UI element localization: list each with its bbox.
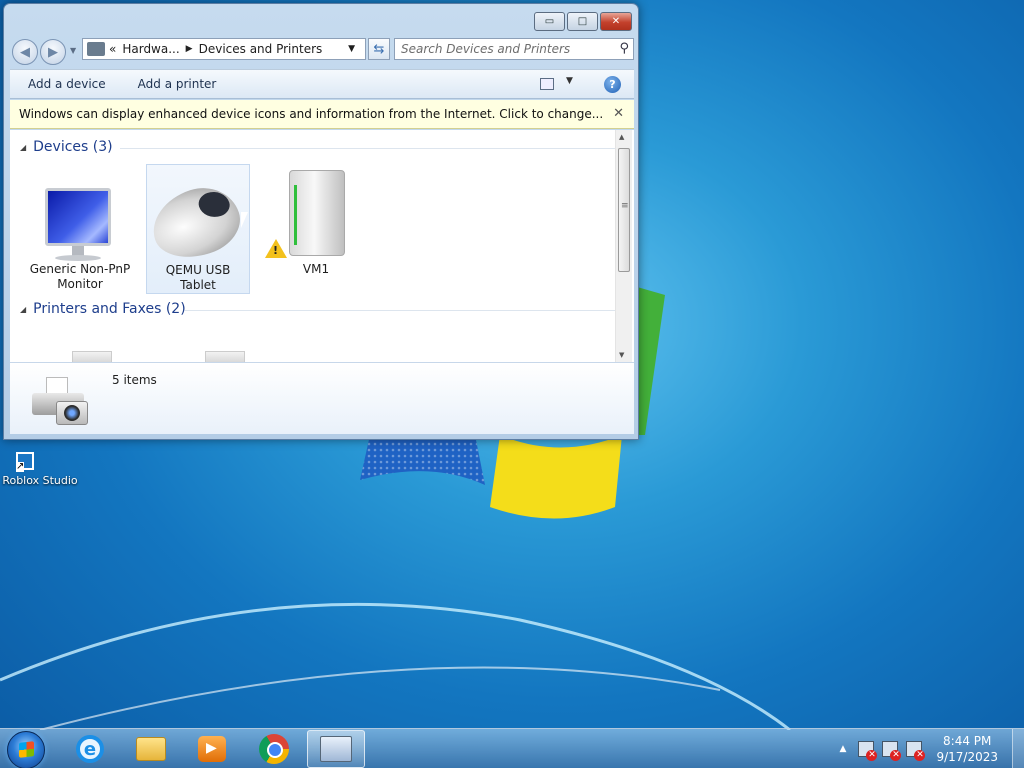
devices-and-printers-window: ▭ □ ✕ ◀ ▶ ▼ « Hardwa... ▶ Devices and Pr… bbox=[3, 3, 639, 440]
group-header-devices[interactable]: ◢ Devices (3) bbox=[20, 139, 620, 155]
desktop-icon-roblox-studio[interactable]: Roblox Studio bbox=[2, 452, 78, 487]
monitor-icon bbox=[45, 188, 111, 246]
collapse-triangle-icon[interactable]: ◢ bbox=[20, 305, 26, 314]
breadcrumb-separator-icon[interactable]: ▶ bbox=[186, 44, 193, 54]
device-list: ◢ Devices (3) Generic Non-PnP Monitor QE… bbox=[10, 130, 634, 362]
infobar-text: Windows can display enhanced device icon… bbox=[19, 107, 604, 121]
scroll-up-icon[interactable]: ▲ bbox=[619, 133, 624, 141]
information-bar[interactable]: Windows can display enhanced device icon… bbox=[10, 100, 634, 129]
mouse-cursor-icon bbox=[240, 211, 249, 230]
printer-icon[interactable] bbox=[72, 351, 112, 362]
close-icon: ✕ bbox=[611, 16, 621, 27]
clock[interactable]: 8:44 PM 9/17/2023 bbox=[936, 733, 998, 765]
device-label: QEMU USB Tablet bbox=[165, 263, 231, 292]
taskbar: e ▲ 8:44 PM 9/17/2023 bbox=[0, 728, 1024, 768]
refresh-button[interactable]: ⇆ bbox=[368, 38, 390, 60]
notification-area: ▲ 8:44 PM 9/17/2023 bbox=[840, 729, 1024, 768]
clock-time: 8:44 PM bbox=[943, 734, 992, 748]
navigation-bar: ◀ ▶ ▼ « Hardwa... ▶ Devices and Printers… bbox=[12, 37, 634, 65]
devices-and-printers-icon bbox=[30, 371, 92, 429]
help-icon[interactable]: ? bbox=[604, 76, 621, 93]
minimize-button[interactable]: ▭ bbox=[534, 12, 565, 31]
monitor-base bbox=[55, 255, 101, 261]
forward-arrow-icon: ▶ bbox=[48, 44, 58, 60]
group-title-devices: Devices (3) bbox=[33, 139, 113, 155]
device-label: VM1 bbox=[302, 262, 330, 276]
search-icon[interactable]: ⚲ bbox=[619, 41, 629, 56]
wallpaper-swoosh bbox=[0, 602, 791, 730]
maximize-icon: □ bbox=[577, 16, 588, 27]
minimize-icon: ▭ bbox=[544, 16, 555, 27]
recent-pages-dropdown[interactable]: ▼ bbox=[70, 46, 76, 55]
vertical-scrollbar[interactable]: ▲ ▼ bbox=[615, 130, 632, 362]
device-vm1[interactable]: ! VM1 bbox=[264, 164, 368, 294]
taskbar-windows-explorer[interactable] bbox=[122, 730, 180, 768]
search-input[interactable]: Search Devices and Printers ⚲ bbox=[394, 38, 634, 60]
devices-and-printers-icon bbox=[320, 736, 352, 762]
mouse-icon bbox=[143, 178, 249, 268]
back-button[interactable]: ◀ bbox=[12, 39, 38, 65]
taskbar-google-chrome[interactable] bbox=[245, 730, 303, 768]
command-bar: Add a device Add a printer ▼ ? bbox=[10, 69, 634, 99]
group-divider bbox=[120, 148, 620, 149]
breadcrumb-hardware[interactable]: Hardwa... bbox=[122, 42, 179, 56]
group-header-printers[interactable]: ◢ Printers and Faxes (2) bbox=[20, 301, 620, 317]
back-arrow-icon: ◀ bbox=[20, 44, 30, 60]
change-view-icon[interactable] bbox=[540, 78, 554, 90]
show-desktop-button[interactable] bbox=[1012, 729, 1024, 768]
address-overflow[interactable]: « bbox=[109, 42, 116, 56]
address-dropdown-icon[interactable]: ▼ bbox=[348, 44, 355, 54]
group-title-printers: Printers and Faxes (2) bbox=[33, 301, 186, 317]
collapse-triangle-icon[interactable]: ◢ bbox=[20, 143, 26, 152]
network-icon[interactable] bbox=[882, 741, 902, 761]
start-button[interactable] bbox=[7, 731, 45, 768]
printer-icon[interactable] bbox=[205, 351, 245, 362]
chrome-icon bbox=[259, 734, 289, 764]
close-button[interactable]: ✕ bbox=[600, 12, 632, 31]
breadcrumb-devices-and-printers[interactable]: Devices and Printers bbox=[199, 42, 323, 56]
warning-exclamation: ! bbox=[273, 244, 279, 257]
scroll-thumb[interactable] bbox=[618, 148, 630, 272]
taskbar-media-player[interactable] bbox=[183, 730, 241, 768]
add-printer-button[interactable]: Add a printer bbox=[122, 77, 233, 91]
add-device-button[interactable]: Add a device bbox=[10, 77, 122, 91]
scroll-down-icon[interactable]: ▼ bbox=[619, 351, 624, 359]
media-player-icon bbox=[198, 736, 226, 762]
clock-date: 9/17/2023 bbox=[936, 750, 998, 764]
view-options-dropdown-icon[interactable]: ▼ bbox=[566, 76, 573, 86]
control-panel-icon bbox=[87, 42, 105, 56]
taskbar-devices-and-printers[interactable] bbox=[307, 730, 365, 768]
volume-muted-icon[interactable] bbox=[906, 741, 926, 761]
desktop-icon-label: Roblox Studio bbox=[2, 474, 78, 487]
action-center-icon[interactable] bbox=[858, 741, 878, 761]
item-count: 5 items bbox=[112, 373, 157, 387]
computer-icon bbox=[289, 170, 345, 256]
device-label: Generic Non-PnP Monitor bbox=[29, 262, 131, 291]
roblox-studio-icon bbox=[16, 452, 34, 472]
group-divider bbox=[185, 310, 620, 311]
window-controls: ▭ □ ✕ bbox=[534, 12, 632, 31]
folder-icon bbox=[136, 737, 166, 761]
infobar-close-icon[interactable]: ✕ bbox=[613, 106, 624, 121]
forward-button[interactable]: ▶ bbox=[40, 39, 66, 65]
taskbar-internet-explorer[interactable]: e bbox=[61, 730, 119, 768]
internet-explorer-icon: e bbox=[76, 735, 104, 763]
maximize-button[interactable]: □ bbox=[567, 12, 598, 31]
address-bar[interactable]: « Hardwa... ▶ Devices and Printers ▼ bbox=[82, 38, 366, 60]
device-generic-monitor[interactable]: Generic Non-PnP Monitor bbox=[28, 164, 132, 294]
refresh-icon: ⇆ bbox=[373, 41, 385, 57]
details-pane: 5 items bbox=[10, 362, 634, 434]
search-placeholder: Search Devices and Printers bbox=[401, 42, 571, 56]
device-qemu-usb-tablet[interactable]: QEMU USB Tablet bbox=[143, 164, 250, 294]
show-hidden-icons-icon[interactable]: ▲ bbox=[840, 744, 847, 754]
